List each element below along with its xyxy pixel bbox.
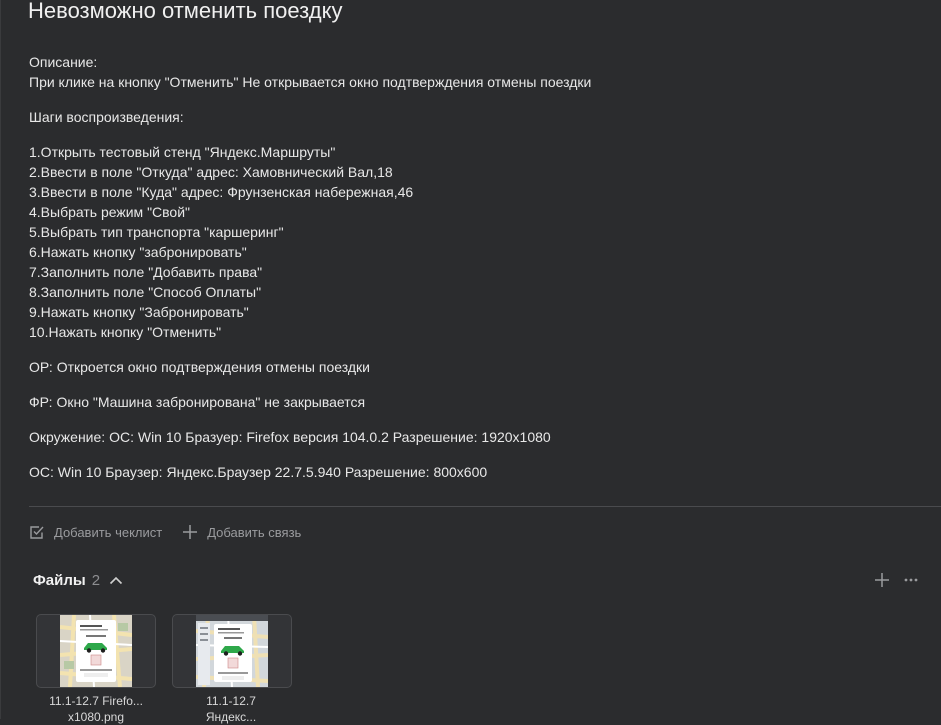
- file-name-line: Яндекс...: [205, 710, 257, 724]
- description-text: При клике на кнопку "Отменить" Не открыв…: [29, 74, 592, 90]
- more-dots-icon: [904, 578, 918, 582]
- step-item: 4.Выбрать режим "Свой": [29, 204, 191, 220]
- checklist-icon: [30, 526, 44, 539]
- environment-2: ОС: Win 10 Браузер: Яндекс.Браузер 22.7.…: [29, 464, 488, 480]
- issue-actions: Добавить чеклист Добавить связь: [29, 522, 321, 542]
- expected-result: ОР: Откроется окно подтверждения отмены …: [29, 359, 370, 375]
- add-link-label: Добавить связь: [207, 524, 302, 540]
- description-divider: [29, 506, 941, 507]
- step-item: 1.Открыть тестовый стенд "Яндекс.Маршрут…: [29, 144, 336, 160]
- step-item: 7.Заполнить поле "Добавить права": [29, 264, 263, 280]
- issue-description[interactable]: Описание: При клике на кнопку "Отменить"…: [29, 52, 929, 482]
- files-tools: [874, 570, 918, 590]
- file-card[interactable]: [36, 614, 156, 688]
- files-title: Файлы: [33, 571, 86, 589]
- issue-title[interactable]: Невозможно отменить поездку: [28, 0, 342, 25]
- add-checklist-label: Добавить чеклист: [54, 524, 163, 540]
- plus-icon: [875, 573, 889, 587]
- steps-label: Шаги воспроизведения:: [29, 109, 184, 125]
- step-item: 5.Выбрать тип транспорта "каршеринг": [29, 224, 284, 240]
- environment-1: Окружение: ОС: Win 10 Бразуер: Firefox в…: [29, 429, 551, 445]
- chevron-up-icon: [109, 576, 123, 585]
- add-checklist-button[interactable]: Добавить чеклист: [29, 524, 162, 540]
- actual-result: ФР: Окно "Машина забронирована" не закры…: [29, 394, 366, 410]
- step-item: 8.Заполнить поле "Способ Оплаты": [29, 284, 262, 300]
- plus-icon: [183, 525, 198, 539]
- files-more-button[interactable]: [904, 578, 918, 582]
- file-name[interactable]: 11.1-12.7 Яндекс...: [161, 693, 301, 725]
- file-name-line: 11.1-12.7: [206, 694, 256, 708]
- add-file-button[interactable]: [874, 572, 890, 588]
- file-name-line: x1080.png: [67, 710, 125, 724]
- steps-list: 1.Открыть тестовый стенд "Яндекс.Маршрут…: [29, 142, 929, 342]
- file-thumbnail: [60, 615, 132, 687]
- file-name[interactable]: 11.1-12.7 Firefo... x1080.png: [26, 693, 166, 725]
- panel-left-border: [0, 0, 1, 719]
- add-link-button[interactable]: Добавить связь: [182, 524, 301, 540]
- file-thumbnail: [196, 615, 268, 687]
- step-item: 3.Ввести в поле "Куда" адрес: Фрунзенска…: [29, 184, 414, 200]
- files-count: 2: [91, 571, 101, 589]
- collapse-files-button[interactable]: [109, 575, 123, 585]
- files-header: Файлы 2: [33, 570, 123, 590]
- file-name-line: 11.1-12.7 Firefo...: [49, 694, 143, 708]
- step-item: 2.Ввести в поле "Откуда" адрес: Хамовнич…: [29, 164, 393, 180]
- file-card[interactable]: [172, 614, 292, 688]
- step-item: 10.Нажать кнопку "Отменить": [29, 324, 222, 340]
- step-item: 9.Нажать кнопку "Забронировать": [29, 304, 249, 320]
- description-label: Описание:: [29, 54, 98, 70]
- step-item: 6.Нажать кнопку "забронировать": [29, 244, 247, 260]
